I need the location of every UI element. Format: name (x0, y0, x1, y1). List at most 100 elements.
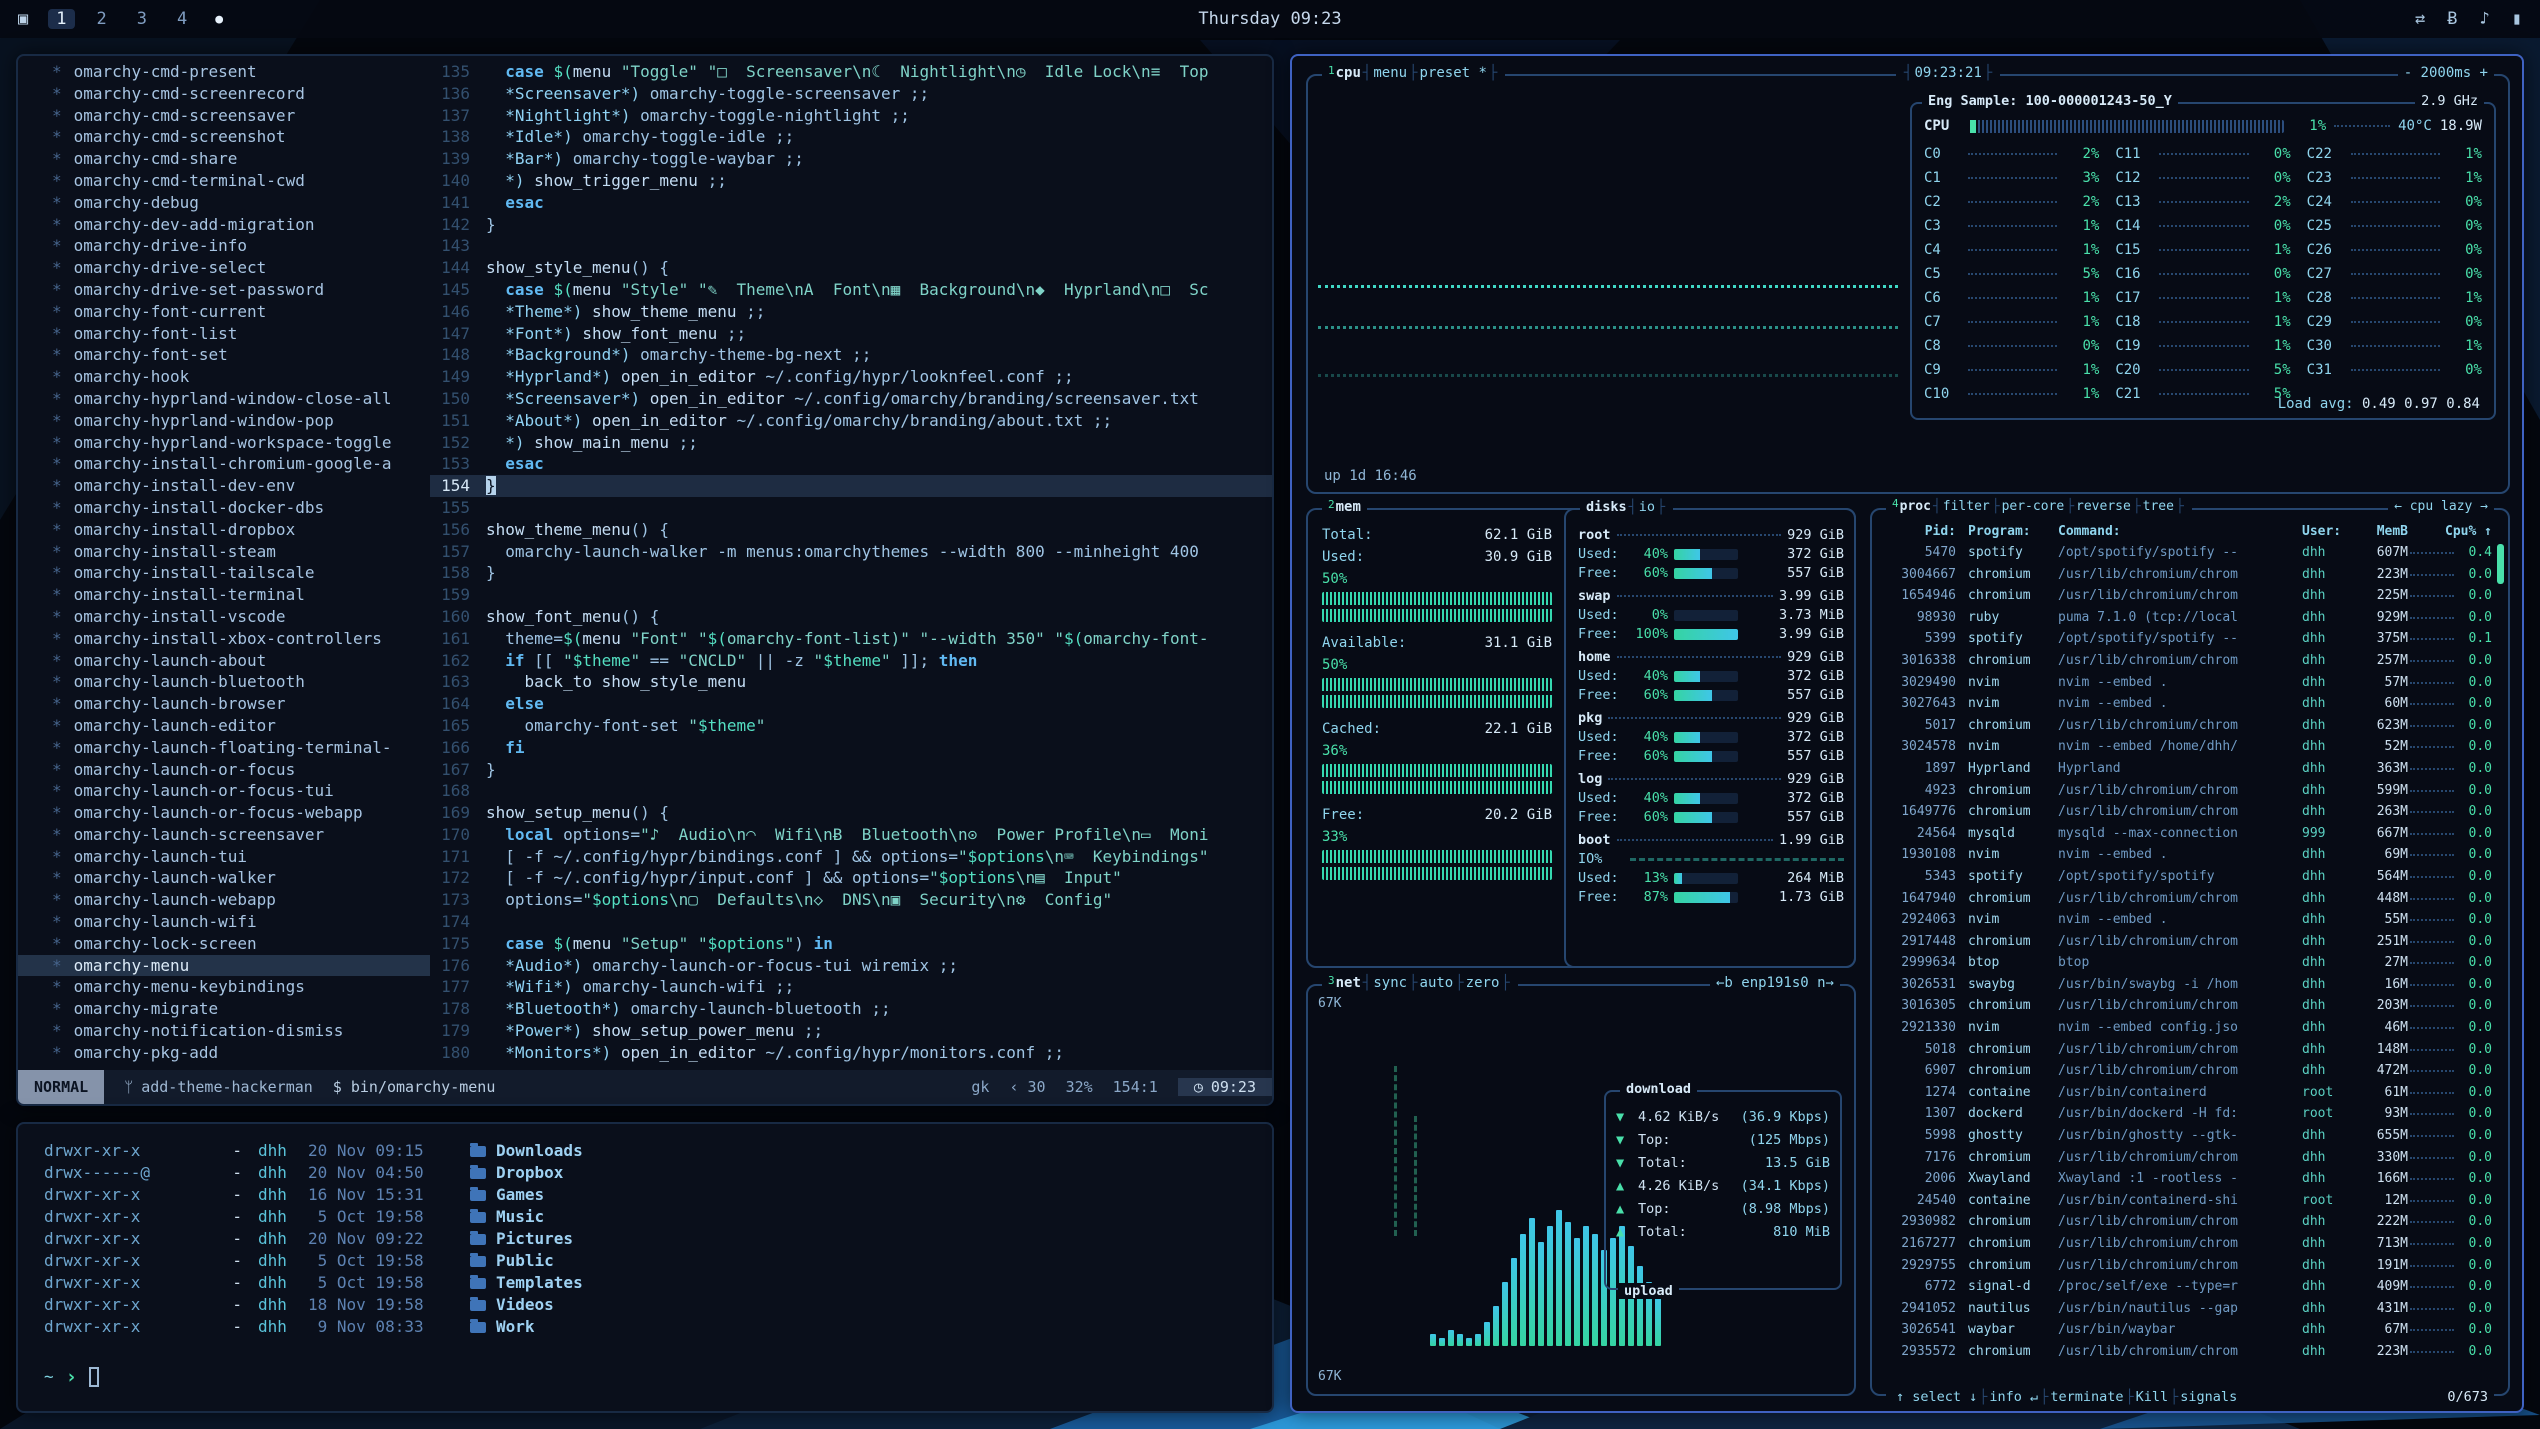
process-row[interactable]: 5470spotify/opt/spotify/spotify --dhh607… (1884, 542, 2492, 564)
file-list-item[interactable]: *omarchy-font-set (18, 344, 430, 366)
code-line[interactable]: 154} (430, 475, 1272, 497)
code-line[interactable]: 174 (430, 911, 1272, 933)
file-list-item[interactable]: *omarchy-cmd-screensaver (18, 105, 430, 127)
code-line[interactable]: 177 *Wifi*) omarchy-launch-wifi ;; (430, 976, 1272, 998)
process-row[interactable]: 3027643nvimnvim --embed .dhh60M0.0 (1884, 693, 2492, 715)
column-header[interactable]: Program: (1956, 524, 2052, 539)
file-list-item[interactable]: *omarchy-launch-about (18, 650, 430, 672)
process-row[interactable]: 2917448chromium/usr/lib/chromium/chromdh… (1884, 931, 2492, 953)
file-list-item[interactable]: *omarchy-dev-add-migration (18, 214, 430, 236)
file-list-item[interactable]: *omarchy-hyprland-window-pop (18, 410, 430, 432)
cpu-box-title[interactable]: cpu (1336, 65, 1361, 81)
code-line[interactable]: 158} (430, 562, 1272, 584)
file-list-item[interactable]: *omarchy-launch-or-focus-webapp (18, 802, 430, 824)
net-tab-auto[interactable]: auto (1420, 975, 1454, 991)
column-header[interactable]: Command: (2052, 524, 2302, 539)
file-list-item[interactable]: *omarchy-launch-editor (18, 715, 430, 737)
process-row[interactable]: 4923chromium/usr/lib/chromium/chromdhh59… (1884, 780, 2492, 802)
code-line[interactable]: 167} (430, 759, 1272, 781)
file-list-item[interactable]: *omarchy-launch-tui (18, 846, 430, 868)
process-row[interactable]: 1897HyprlandHyprlanddhh363M0.0 (1884, 758, 2492, 780)
file-list-item[interactable]: *omarchy-install-vscode (18, 606, 430, 628)
file-list-item[interactable]: *omarchy-install-dropbox (18, 519, 430, 541)
code-line[interactable]: 173 options="$options\n▢ Defaults\n◇ DNS… (430, 889, 1272, 911)
dir-name[interactable]: Dropbox (496, 1162, 563, 1184)
file-list-item[interactable]: *omarchy-hyprland-window-close-all (18, 388, 430, 410)
proc-action-signals[interactable]: signals (2180, 1389, 2237, 1405)
dir-name[interactable]: Pictures (496, 1228, 573, 1250)
code-line[interactable]: 144show_style_menu() { (430, 257, 1272, 279)
process-row[interactable]: 1654946chromium/usr/lib/chromium/chromdh… (1884, 585, 2492, 607)
file-list-item[interactable]: *omarchy-launch-wifi (18, 911, 430, 933)
process-row[interactable]: 3024578nvimnvim --embed /home/dhh/dhh52M… (1884, 736, 2492, 758)
code-line[interactable]: 136 *Screensaver*) omarchy-toggle-screen… (430, 83, 1272, 105)
process-row[interactable]: 2930982chromium/usr/lib/chromium/chromdh… (1884, 1211, 2492, 1233)
column-header[interactable]: Cpu% ↑ (2408, 524, 2492, 539)
process-row[interactable]: 3029490nvimnvim --embed .dhh57M0.0 (1884, 672, 2492, 694)
proc-action-info-[interactable]: info ↵ (1989, 1389, 2038, 1405)
file-list-item[interactable]: *omarchy-launch-walker (18, 867, 430, 889)
code-line[interactable]: 166 fi (430, 737, 1272, 759)
code-line[interactable]: 137 *Nightlight*) omarchy-toggle-nightli… (430, 105, 1272, 127)
process-row[interactable]: 2929755chromium/usr/lib/chromium/chromdh… (1884, 1255, 2492, 1277)
process-row[interactable]: 24540containe/usr/bin/containerd-shiroot… (1884, 1190, 2492, 1212)
file-list-item[interactable]: *omarchy-launch-webapp (18, 889, 430, 911)
file-list-item[interactable]: *omarchy-install-tailscale (18, 562, 430, 584)
code-line[interactable]: 164 else (430, 693, 1272, 715)
process-row[interactable]: 2167277chromium/usr/lib/chromium/chromdh… (1884, 1233, 2492, 1255)
file-list-item[interactable]: *omarchy-cmd-share (18, 148, 430, 170)
proc-action-terminate[interactable]: terminate (2050, 1389, 2123, 1405)
code-line[interactable]: 141 esac (430, 192, 1272, 214)
workspace-button-1[interactable]: 1 (48, 9, 74, 29)
workspace-button-4[interactable]: 4 (169, 9, 195, 29)
terminal-cursor[interactable] (89, 1367, 99, 1387)
process-row[interactable]: 24564mysqldmysqld --max-connection999667… (1884, 823, 2492, 845)
process-row[interactable]: 5018chromium/usr/lib/chromium/chromdhh14… (1884, 1039, 2492, 1061)
file-list-item[interactable]: *omarchy-launch-or-focus-tui (18, 780, 430, 802)
dir-name[interactable]: Videos (496, 1294, 554, 1316)
file-list-item[interactable]: *omarchy-drive-set-password (18, 279, 430, 301)
clock[interactable]: Thursday 09:23 (1198, 9, 1341, 29)
column-header[interactable]: User: (2302, 524, 2354, 539)
process-row[interactable]: 2921330nvimnvim --embed config.jsodhh46M… (1884, 1017, 2492, 1039)
bluetooth-icon[interactable]: Ƀ (2447, 9, 2457, 29)
code-line[interactable]: 172 [ -f ~/.config/hypr/input.conf ] && … (430, 867, 1272, 889)
net-box-title[interactable]: net (1336, 975, 1361, 991)
code-line[interactable]: 169show_setup_menu() { (430, 802, 1272, 824)
proc-tab-filter[interactable]: filter (1943, 499, 1990, 514)
file-list-item[interactable]: *omarchy-debug (18, 192, 430, 214)
file-list-item[interactable]: *omarchy-install-steam (18, 541, 430, 563)
code-line[interactable]: 159 (430, 584, 1272, 606)
file-list-item[interactable]: *omarchy-lock-screen (18, 933, 430, 955)
code-line[interactable]: 175 case $(menu "Setup" "$options") in (430, 933, 1272, 955)
process-row[interactable]: 1307dockerd/usr/bin/dockerd -H fd:root93… (1884, 1103, 2492, 1125)
dir-name[interactable]: Templates (496, 1272, 583, 1294)
code-line[interactable]: 145 case $(menu "Style" "✎ Theme\nA Font… (430, 279, 1272, 301)
file-list-item[interactable]: *omarchy-notification-dismiss (18, 1020, 430, 1042)
code-line[interactable]: 150 *Screensaver*) open_in_editor ~/.con… (430, 388, 1272, 410)
process-row[interactable]: 5343spotify/opt/spotify/spotifydhh564M0.… (1884, 866, 2492, 888)
code-line[interactable]: 165 omarchy-font-set "$theme" (430, 715, 1272, 737)
file-list-item[interactable]: *omarchy-hook (18, 366, 430, 388)
code-line[interactable]: 180 *Monitors*) open_in_editor ~/.config… (430, 1042, 1272, 1064)
code-line[interactable]: 149 *Hyprland*) open_in_editor ~/.config… (430, 366, 1272, 388)
code-line[interactable]: 178 *Bluetooth*) omarchy-launch-bluetoot… (430, 998, 1272, 1020)
process-row[interactable]: 3016305chromium/usr/lib/chromium/chromdh… (1884, 995, 2492, 1017)
code-line[interactable]: 160show_font_menu() { (430, 606, 1272, 628)
process-row[interactable]: 1647940chromium/usr/lib/chromium/chromdh… (1884, 888, 2492, 910)
file-list-item[interactable]: *omarchy-launch-browser (18, 693, 430, 715)
process-row[interactable]: 3026531swaybg/usr/bin/swaybg -i /homdhh1… (1884, 974, 2492, 996)
mem-box-title[interactable]: mem (1336, 499, 1361, 515)
code-line[interactable]: 142} (430, 214, 1272, 236)
proc-action-kill[interactable]: Kill (2136, 1389, 2169, 1405)
process-row[interactable]: 3004667chromium/usr/lib/chromium/chromdh… (1884, 564, 2492, 586)
process-row[interactable]: 7176chromium/usr/lib/chromium/chromdhh33… (1884, 1147, 2492, 1169)
file-list-item[interactable]: *omarchy-menu-keybindings (18, 976, 430, 998)
net-tab-sync[interactable]: sync (1373, 975, 1407, 991)
code-line[interactable]: 140 *) show_trigger_menu ;; (430, 170, 1272, 192)
cpu-tab-preset-[interactable]: preset * (1420, 65, 1487, 81)
process-row[interactable]: 2935572chromium/usr/lib/chromium/chromdh… (1884, 1341, 2492, 1363)
process-row[interactable]: 6907chromium/usr/lib/chromium/chromdhh47… (1884, 1060, 2492, 1082)
process-row[interactable]: 2006XwaylandXwayland :1 -rootless -dhh16… (1884, 1168, 2492, 1190)
proc-box-title[interactable]: proc (1900, 499, 1931, 514)
